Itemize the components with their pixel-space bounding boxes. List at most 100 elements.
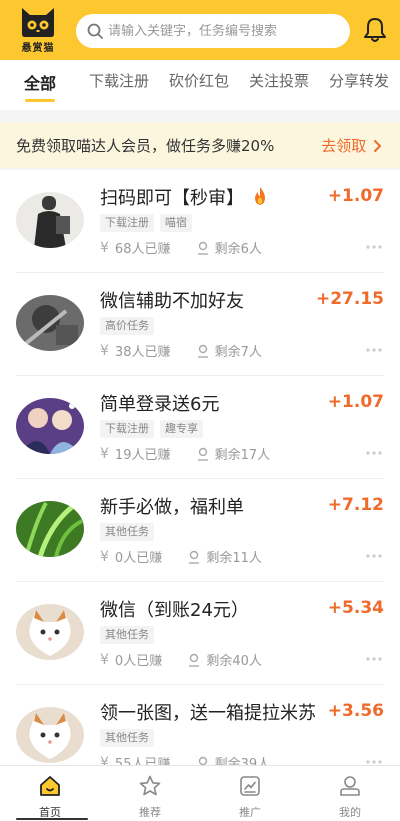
tab-label: 下载注册 xyxy=(89,72,150,90)
task-meta: ¥0人已赚 剩余11人 xyxy=(100,547,262,567)
task-tag: 高价任务 xyxy=(100,317,154,335)
task-reward: +3.56 xyxy=(327,701,384,721)
task-tag: 下载注册 xyxy=(100,420,154,438)
task-tags: 其他任务 xyxy=(100,729,160,749)
task-tags: 下载注册 趣专享 xyxy=(100,420,209,440)
task-tags: 其他任务 xyxy=(100,523,160,543)
task-avatar xyxy=(16,192,84,248)
task-list: 扫码即可【秒审】 +1.07 下载注册 喵宿 ¥68人已赚 剩余6人 微信辅助不加… xyxy=(0,170,400,765)
task-item[interactable]: 扫码即可【秒审】 +1.07 下载注册 喵宿 ¥68人已赚 剩余6人 xyxy=(0,170,400,273)
task-item[interactable]: 新手必做，福利单 +7.12 其他任务 ¥0人已赚 剩余11人 xyxy=(0,479,400,582)
nav-home[interactable]: 首页 xyxy=(0,766,100,821)
logo-text: 悬赏猫 xyxy=(21,43,55,54)
task-avatar xyxy=(16,604,84,660)
task-title: 简单登录送6元 xyxy=(100,394,220,415)
task-remaining-count: 剩余11人 xyxy=(206,551,262,566)
task-tag: 趣专享 xyxy=(160,420,203,438)
membership-banner[interactable]: 免费领取喵达人会员，做任务多赚20% 去领取 xyxy=(0,122,400,168)
nav-recommend[interactable]: 推荐 xyxy=(100,766,200,821)
category-tabs: 全部 下载注册 砍价红包 关注投票 分享转发 xyxy=(0,60,400,110)
yen-icon: ¥ xyxy=(100,754,109,766)
trend-chart-icon xyxy=(240,776,260,796)
task-earned-count: 19人已赚 xyxy=(114,448,171,463)
task-meta: ¥0人已赚 剩余40人 xyxy=(100,650,262,670)
chevron-right-icon xyxy=(374,140,381,152)
task-reward: +1.07 xyxy=(327,392,384,412)
app-logo[interactable]: 悬赏猫 xyxy=(16,6,60,54)
search-input[interactable] xyxy=(108,14,344,48)
home-indicator xyxy=(0,817,400,821)
task-reward: +1.07 xyxy=(327,186,384,206)
task-remaining-count: 剩余17人 xyxy=(214,448,271,463)
task-tags: 下载注册 喵宿 xyxy=(100,214,198,234)
task-earned-count: 0人已赚 xyxy=(114,654,163,669)
tab-follow-vote[interactable]: 关注投票 xyxy=(249,70,309,110)
task-meta: ¥38人已赚 剩余7人 xyxy=(100,341,262,361)
cat-logo-icon xyxy=(22,8,54,37)
user-slot-icon xyxy=(189,550,200,564)
task-remaining-count: 剩余6人 xyxy=(214,242,262,257)
task-item[interactable]: 微信辅助不加好友 +27.15 高价任务 ¥38人已赚 剩余7人 xyxy=(0,273,400,376)
task-earned-count: 38人已赚 xyxy=(114,345,171,360)
task-title: 扫码即可【秒审】 xyxy=(100,184,332,210)
user-slot-icon xyxy=(197,447,208,461)
tab-label: 分享转发 xyxy=(329,72,390,90)
more-options-icon[interactable] xyxy=(366,656,382,662)
fire-icon xyxy=(254,187,265,205)
banner-text: 免费领取喵达人会员，做任务多赚20% xyxy=(16,137,275,155)
yen-icon: ¥ xyxy=(100,651,109,668)
task-avatar xyxy=(16,501,84,557)
yen-icon: ¥ xyxy=(100,445,109,462)
task-remaining-count: 剩余7人 xyxy=(214,345,262,360)
banner-claim-label: 去领取 xyxy=(321,137,367,155)
tab-active-indicator xyxy=(25,99,55,102)
task-remaining-count: 剩余40人 xyxy=(206,654,262,669)
task-meta: ¥68人已赚 剩余6人 xyxy=(100,238,262,258)
yen-icon: ¥ xyxy=(100,342,109,359)
task-item[interactable]: 简单登录送6元 +1.07 下载注册 趣专享 ¥19人已赚 剩余17人 xyxy=(0,376,400,479)
search-bar[interactable] xyxy=(76,14,350,48)
tab-download-register[interactable]: 下载注册 xyxy=(89,70,149,110)
task-remaining-count: 剩余39人 xyxy=(214,757,271,765)
task-avatar xyxy=(16,295,84,351)
task-title: 微信辅助不加好友 xyxy=(100,291,244,312)
task-tag: 其他任务 xyxy=(100,729,154,747)
task-title: 新手必做，福利单 xyxy=(100,497,244,518)
task-reward: +27.15 xyxy=(315,289,384,309)
tab-label: 全部 xyxy=(24,74,57,93)
task-tag: 其他任务 xyxy=(100,523,154,541)
tab-label: 砍价红包 xyxy=(169,72,230,90)
banner-claim-link[interactable]: 去领取 xyxy=(321,135,382,156)
task-title: 领一张图，送一箱提拉米苏 xyxy=(100,703,316,724)
task-tags: 其他任务 xyxy=(100,626,160,646)
task-reward: +7.12 xyxy=(327,495,384,515)
nav-promote[interactable]: 推广 xyxy=(200,766,300,821)
bottom-nav: 首页 推荐 推广 我的 xyxy=(0,765,400,821)
home-icon xyxy=(40,776,60,796)
task-tag: 喵宿 xyxy=(160,214,192,232)
tab-all[interactable]: 全部 xyxy=(24,70,56,110)
task-avatar xyxy=(16,398,84,454)
task-meta: ¥55人已赚 剩余39人 xyxy=(100,753,271,766)
more-options-icon[interactable] xyxy=(366,553,382,559)
yen-icon: ¥ xyxy=(100,239,109,256)
more-options-icon[interactable] xyxy=(366,347,382,353)
tab-share-forward[interactable]: 分享转发 xyxy=(329,70,389,110)
task-earned-count: 55人已赚 xyxy=(114,757,171,765)
star-icon xyxy=(139,775,161,796)
user-slot-icon xyxy=(197,344,208,358)
task-item[interactable]: 微信（到账24元） +5.34 其他任务 ¥0人已赚 剩余40人 xyxy=(0,582,400,685)
bell-icon[interactable] xyxy=(362,16,388,44)
task-item[interactable]: 领一张图，送一箱提拉米苏 +3.56 其他任务 ¥55人已赚 剩余39人 xyxy=(0,685,400,765)
tab-bargain-redpacket[interactable]: 砍价红包 xyxy=(169,70,229,110)
more-options-icon[interactable] xyxy=(366,450,382,456)
tab-label: 关注投票 xyxy=(249,72,310,90)
more-options-icon[interactable] xyxy=(366,244,382,250)
task-meta: ¥19人已赚 剩余17人 xyxy=(100,444,271,464)
nav-mine[interactable]: 我的 xyxy=(300,766,400,821)
search-icon xyxy=(87,23,103,39)
user-slot-icon xyxy=(189,653,200,667)
top-header: 悬赏猫 xyxy=(0,0,400,60)
task-reward: +5.34 xyxy=(327,598,384,618)
user-icon xyxy=(340,776,360,796)
